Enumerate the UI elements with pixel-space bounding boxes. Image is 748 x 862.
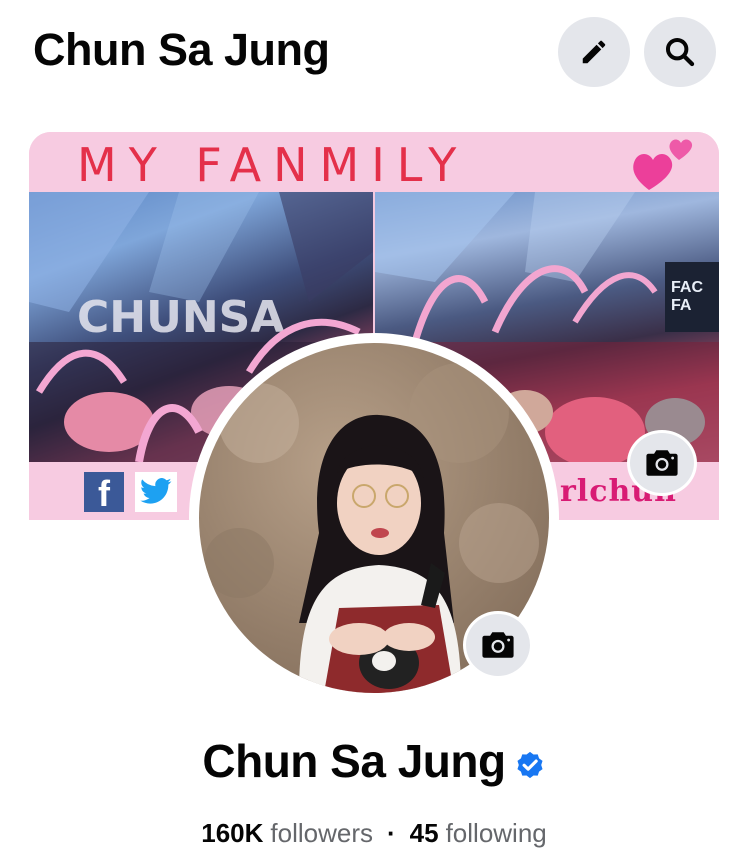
svg-text:FAC: FAC	[671, 279, 703, 296]
hearts-icon	[633, 139, 693, 190]
profile-name-row: Chun Sa Jung	[0, 734, 748, 788]
chunsa-sign: CHUNSA	[77, 292, 284, 343]
facebook-logo-icon: f	[84, 472, 124, 512]
cover-camera-button[interactable]	[627, 430, 697, 496]
svg-text:FA: FA	[671, 297, 692, 314]
camera-icon	[646, 450, 678, 476]
profile-header: Chun Sa Jung	[0, 0, 748, 110]
search-icon	[665, 37, 695, 67]
twitter-logo-icon	[135, 472, 177, 512]
following-count[interactable]: 45	[410, 818, 439, 849]
header-title: Chun Sa Jung	[33, 24, 330, 75]
profile-name: Chun Sa Jung	[202, 735, 506, 787]
followers-count[interactable]: 160K	[201, 818, 263, 849]
follow-stats: 160K followers · 45 following	[0, 818, 748, 849]
stats-separator: ·	[386, 818, 396, 848]
following-label[interactable]: following	[446, 818, 547, 849]
pencil-icon	[582, 40, 606, 64]
followers-label[interactable]: followers	[270, 818, 373, 849]
avatar-camera-button[interactable]	[463, 611, 533, 679]
search-button[interactable]	[644, 17, 716, 87]
cover-banner-title: MY FANMILY	[77, 138, 469, 192]
edit-button[interactable]	[558, 17, 630, 87]
camera-icon	[482, 632, 514, 658]
verified-badge-icon	[517, 751, 543, 779]
